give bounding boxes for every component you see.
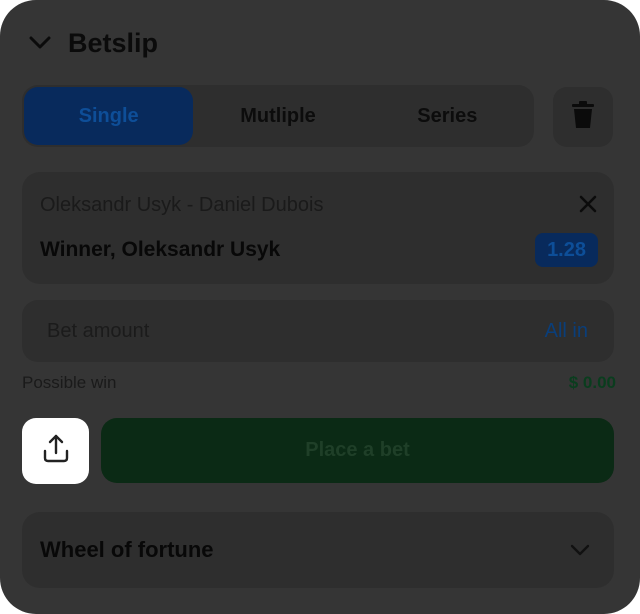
- chevron-down-icon[interactable]: [568, 538, 592, 562]
- betslip-header[interactable]: Betslip: [28, 28, 158, 58]
- tab-multiple[interactable]: Mutliple: [193, 87, 362, 145]
- match-name: Oleksandr Usyk - Daniel Dubois: [40, 194, 324, 216]
- share-button[interactable]: [22, 418, 89, 484]
- betslip-panel: Betslip Single Mutliple Series Oleksandr…: [0, 0, 640, 614]
- trash-icon: [570, 100, 596, 135]
- tab-single[interactable]: Single: [24, 87, 194, 145]
- tab-series[interactable]: Series: [363, 87, 532, 145]
- possible-win-label: Possible win: [22, 373, 117, 392]
- all-in-button[interactable]: All in: [545, 320, 588, 343]
- bet-amount-placeholder: Bet amount: [47, 320, 150, 342]
- wheel-of-fortune-label: Wheel of fortune: [40, 537, 214, 562]
- selected-outcome: Winner, Oleksandr Usyk: [40, 238, 281, 261]
- clear-betslip-button[interactable]: [553, 87, 613, 147]
- close-icon[interactable]: [578, 194, 598, 214]
- chevron-down-icon[interactable]: [28, 31, 52, 55]
- bet-type-tabs: Single Mutliple Series: [22, 85, 534, 147]
- betslip-title: Betslip: [68, 28, 159, 58]
- bet-selection-card: Oleksandr Usyk - Daniel Dubois Winner, O…: [22, 172, 614, 284]
- odds-badge: 1.28: [535, 233, 598, 267]
- place-bet-button[interactable]: Place a bet: [101, 418, 614, 483]
- share-icon: [39, 432, 73, 471]
- possible-win-value: $ 0.00: [568, 373, 616, 392]
- bet-amount-field[interactable]: Bet amount All in: [22, 300, 614, 362]
- wheel-of-fortune-section[interactable]: Wheel of fortune: [22, 512, 614, 588]
